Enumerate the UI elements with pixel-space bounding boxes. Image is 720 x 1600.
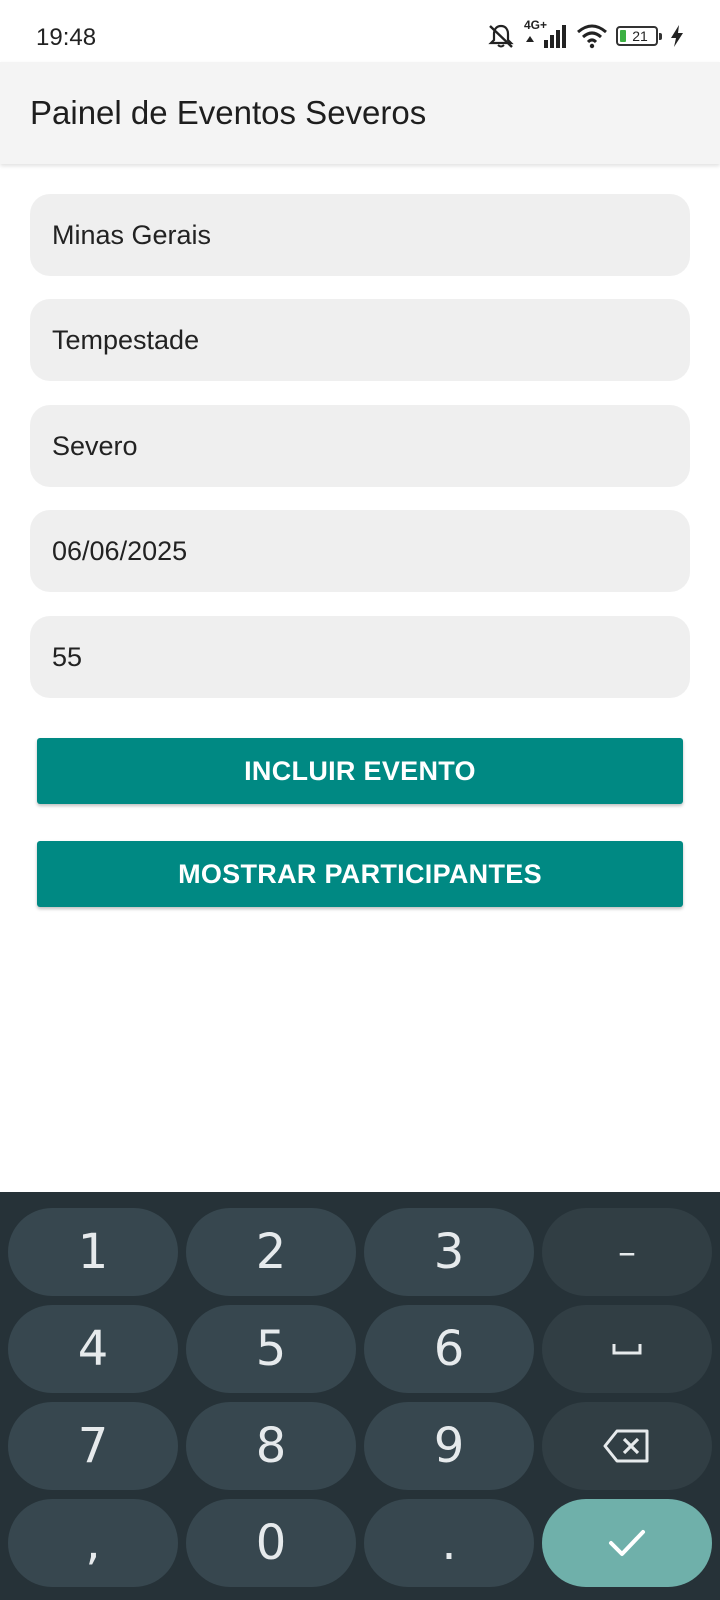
include-event-button[interactable]: INCLUIR EVENTO (37, 738, 683, 804)
battery-icon: 21 (616, 26, 662, 46)
key-8[interactable]: 8 (186, 1402, 356, 1490)
key-0[interactable]: 0 (186, 1499, 356, 1587)
show-participants-button[interactable]: MOSTRAR PARTICIPANTES (37, 841, 683, 907)
backspace-icon (603, 1428, 651, 1464)
state-value: Minas Gerais (52, 219, 212, 250)
key-done[interactable] (542, 1499, 712, 1587)
key-5[interactable]: 5 (186, 1305, 356, 1393)
key-space[interactable] (542, 1305, 712, 1393)
participants-value: 55 (52, 641, 83, 672)
key-6[interactable]: 6 (364, 1305, 534, 1393)
signal-icon: 4G+ (524, 18, 568, 50)
severity-value: Severo (52, 430, 138, 461)
app-bar: Painel de Eventos Severos (0, 62, 720, 164)
state-field[interactable]: Minas Gerais (30, 194, 690, 276)
event-type-field[interactable]: Tempestade (30, 299, 690, 381)
status-icons: 4G+ 21 (486, 18, 684, 50)
battery-level: 21 (632, 28, 648, 44)
charging-icon (670, 25, 684, 47)
screen: 19:48 4G+ 21 Painel de Eventos Severos M… (0, 0, 720, 1600)
date-field[interactable]: 06/06/2025 (30, 510, 690, 592)
event-type-value: Tempestade (52, 324, 200, 355)
key-3[interactable]: 3 (364, 1208, 534, 1296)
battery-fill (620, 30, 626, 42)
status-bar: 19:48 4G+ 21 (0, 0, 720, 62)
date-value: 06/06/2025 (52, 535, 188, 566)
key-4[interactable]: 4 (8, 1305, 178, 1393)
key-9[interactable]: 9 (364, 1402, 534, 1490)
space-icon (611, 1341, 643, 1357)
severity-field[interactable]: Severo (30, 405, 690, 487)
key-7[interactable]: 7 (8, 1402, 178, 1490)
wifi-icon (576, 23, 608, 49)
page-title: Painel de Eventos Severos (30, 94, 427, 131)
check-icon (607, 1528, 647, 1558)
key-comma[interactable]: , (8, 1499, 178, 1587)
numeric-keyboard: 1 2 3 – 4 5 6 7 8 9 , 0 . (0, 1192, 720, 1600)
key-backspace[interactable] (542, 1402, 712, 1490)
status-time: 19:48 (36, 24, 97, 51)
key-minus[interactable]: – (542, 1208, 712, 1296)
silent-alarm-icon (486, 22, 516, 50)
key-2[interactable]: 2 (186, 1208, 356, 1296)
participants-field[interactable]: 55 (30, 616, 690, 698)
key-1[interactable]: 1 (8, 1208, 178, 1296)
key-period[interactable]: . (364, 1499, 534, 1587)
